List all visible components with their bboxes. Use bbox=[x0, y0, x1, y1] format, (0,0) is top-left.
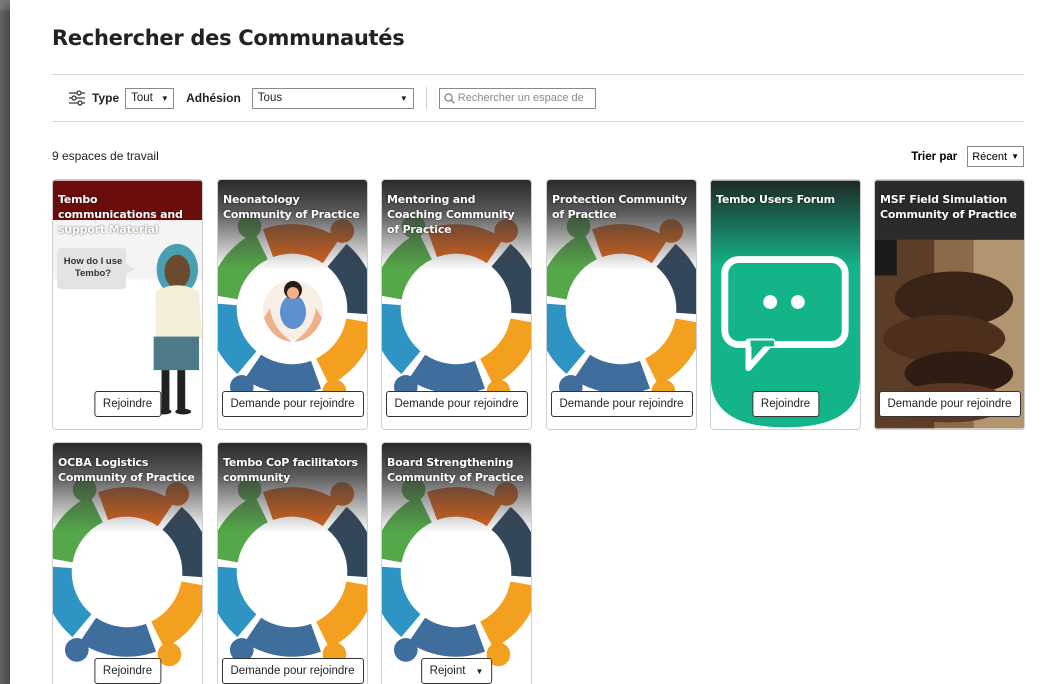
button-label: Demande pour rejoindre bbox=[230, 665, 355, 677]
button-label: Rejoint bbox=[429, 665, 466, 677]
join-button[interactable]: Rejoindre bbox=[93, 658, 162, 684]
card-title: Neonatology Community of Practice bbox=[223, 193, 360, 221]
community-card[interactable]: Board Strengthening Community of Practic… bbox=[381, 442, 532, 684]
community-card[interactable]: Neonatology Community of Practice Demand… bbox=[217, 179, 368, 430]
card-title: Protection Community of Practice bbox=[552, 193, 687, 221]
community-card[interactable]: How do I use Tembo? Tembo communications… bbox=[52, 179, 203, 430]
community-card[interactable]: Tembo CoP facilitators community Demande… bbox=[217, 442, 368, 684]
membership-select-value: Tous bbox=[257, 92, 283, 104]
baby-in-hands-icon bbox=[263, 280, 323, 342]
join-button[interactable]: Rejoindre bbox=[93, 391, 162, 417]
button-label: Demande pour rejoindre bbox=[559, 398, 684, 410]
type-filter-label: Type bbox=[92, 91, 120, 105]
request-join-button[interactable]: Demande pour rejoindre bbox=[221, 391, 364, 417]
divider bbox=[52, 121, 1024, 122]
card-title: OCBA Logistics Community of Practice bbox=[58, 456, 195, 484]
card-title: Board Strengthening Community of Practic… bbox=[387, 456, 524, 484]
type-select[interactable]: Tout ▼ bbox=[125, 87, 175, 109]
request-join-button[interactable]: Demande pour rejoindre bbox=[221, 658, 364, 684]
button-label: Rejoindre bbox=[102, 398, 153, 410]
page-title: Rechercher des Communautés bbox=[52, 26, 405, 50]
community-card[interactable]: Mentoring and Coaching Community of Prac… bbox=[381, 179, 532, 430]
community-card[interactable]: Tembo Users Forum Rejoindre bbox=[710, 179, 861, 430]
join-button[interactable]: Rejoindre bbox=[751, 391, 820, 417]
card-title: MSF Field Simulation Community of Practi… bbox=[880, 193, 1017, 221]
button-label: Rejoindre bbox=[760, 398, 811, 410]
chevron-down-icon: ▼ bbox=[1011, 152, 1019, 161]
card-title: Tembo CoP facilitators community bbox=[223, 456, 358, 484]
chevron-down-icon: ▼ bbox=[475, 666, 484, 676]
divider bbox=[52, 74, 1024, 75]
sort-control: Trier par Récent ▼ bbox=[911, 146, 1024, 167]
chevron-down-icon: ▼ bbox=[160, 93, 169, 103]
chevron-down-icon: ▼ bbox=[399, 93, 408, 103]
sort-label: Trier par bbox=[911, 150, 958, 163]
joined-dropdown-button[interactable]: Rejoint ▼ bbox=[420, 658, 493, 684]
search-placeholder: Rechercher un espace de bbox=[457, 92, 584, 104]
button-label: Demande pour rejoindre bbox=[394, 398, 519, 410]
search-icon bbox=[444, 92, 455, 104]
card-title: Tembo Users Forum bbox=[716, 193, 835, 206]
type-select-value: Tout bbox=[131, 92, 153, 104]
ring-knob bbox=[64, 638, 89, 662]
membership-filter-label: Adhésion bbox=[186, 91, 241, 105]
speech-bubble-text: How do I use Tembo? bbox=[63, 256, 123, 279]
search-input[interactable]: Rechercher un espace de bbox=[438, 87, 596, 109]
filter-separator bbox=[425, 87, 427, 109]
result-count: 9 espaces de travail bbox=[52, 149, 159, 163]
card-title: Tembo communications and support Materia… bbox=[58, 193, 183, 236]
sort-select-value: Récent bbox=[972, 150, 1008, 163]
button-label: Rejoindre bbox=[102, 665, 153, 677]
card-title: Mentoring and Coaching Community of Prac… bbox=[387, 193, 515, 236]
request-join-button[interactable]: Demande pour rejoindre bbox=[550, 391, 693, 417]
request-join-button[interactable]: Demande pour rejoindre bbox=[878, 391, 1021, 417]
community-card[interactable]: Protection Community of Practice Demande… bbox=[546, 179, 697, 430]
ring-knob bbox=[157, 642, 182, 667]
button-label: Demande pour rejoindre bbox=[230, 398, 355, 410]
communities-page: Rechercher des Communautés Type Tout ▼ A… bbox=[22, 12, 1045, 684]
community-card[interactable]: OCBA Logistics Community of Practice Rej… bbox=[52, 442, 203, 684]
request-join-button[interactable]: Demande pour rejoindre bbox=[385, 391, 528, 417]
ring-knob bbox=[393, 638, 418, 662]
filter-bar: Type Tout ▼ Adhésion Tous ▼ Rechercher u… bbox=[68, 87, 596, 109]
sort-select[interactable]: Récent ▼ bbox=[967, 146, 1024, 167]
button-label: Demande pour rejoindre bbox=[887, 398, 1012, 410]
filter-sliders-icon[interactable] bbox=[68, 90, 86, 106]
membership-select[interactable]: Tous ▼ bbox=[251, 87, 414, 109]
community-card[interactable]: MSF Field Simulation Community of Practi… bbox=[874, 179, 1025, 430]
